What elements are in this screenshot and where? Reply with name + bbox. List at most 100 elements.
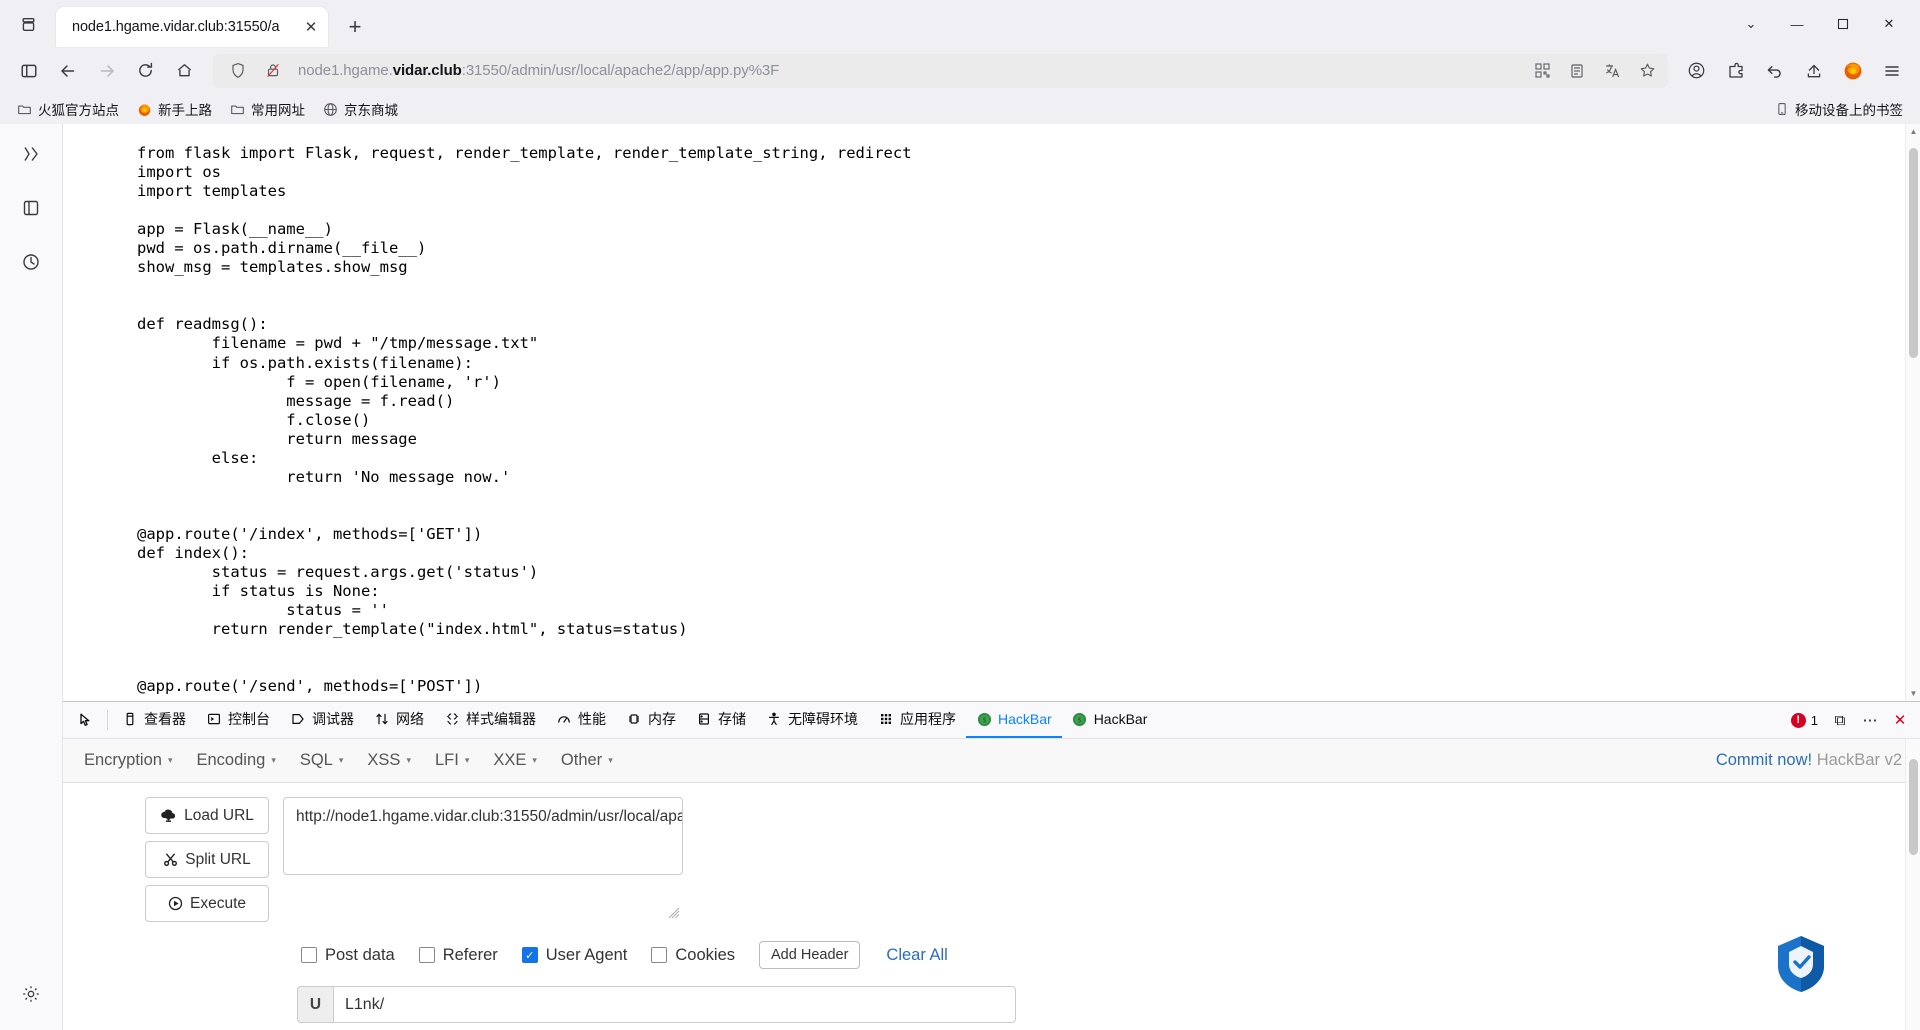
tab-label: HackBar bbox=[998, 711, 1052, 727]
shield-icon[interactable] bbox=[225, 58, 251, 84]
app-menu-icon[interactable] bbox=[1873, 52, 1910, 89]
sidebar-history-icon[interactable] bbox=[13, 244, 49, 280]
tab-debugger[interactable]: 调试器 bbox=[280, 702, 364, 738]
tab-inspector[interactable]: 查看器 bbox=[112, 702, 196, 738]
load-url-button[interactable]: Load URL bbox=[145, 797, 269, 834]
menu-sql[interactable]: SQL ▾ bbox=[289, 745, 355, 776]
checkbox-cookies[interactable]: Cookies bbox=[651, 946, 735, 965]
bookmark-item-mobile[interactable]: 移动设备上的书签 bbox=[1768, 95, 1910, 123]
minimize-button[interactable]: — bbox=[1774, 4, 1820, 44]
undo-icon[interactable] bbox=[1756, 52, 1793, 89]
translate-icon[interactable] bbox=[1599, 58, 1625, 84]
list-all-tabs-icon[interactable]: ⌄ bbox=[1728, 4, 1774, 44]
commit-now-link[interactable]: Commit now! bbox=[1716, 751, 1812, 769]
page-scrollbar-thumb[interactable] bbox=[1909, 148, 1918, 358]
devtools-options-button[interactable]: ⋯ bbox=[1856, 706, 1884, 734]
element-picker-icon[interactable] bbox=[69, 702, 103, 738]
bookmark-star-icon[interactable] bbox=[1634, 58, 1660, 84]
tab-application[interactable]: 应用程序 bbox=[868, 702, 966, 738]
browser-tab[interactable]: node1.hgame.vidar.club:31550/a ✕ bbox=[56, 7, 328, 47]
tab-style-editor[interactable]: 样式编辑器 bbox=[434, 702, 546, 738]
checkbox-box[interactable] bbox=[651, 947, 668, 963]
checkbox-box-checked[interactable]: ✓ bbox=[521, 947, 538, 963]
button-label: Split URL bbox=[185, 850, 251, 868]
tab-accessibility[interactable]: 无障碍环境 bbox=[756, 702, 868, 738]
tab-close-icon[interactable]: ✕ bbox=[300, 16, 322, 38]
menu-lfi[interactable]: LFI ▾ bbox=[424, 745, 480, 776]
tab-network[interactable]: 网络 bbox=[364, 702, 434, 738]
reload-icon[interactable] bbox=[127, 52, 164, 89]
firefox-view-button[interactable] bbox=[8, 4, 48, 44]
error-count-badge[interactable]: ! 1 bbox=[1785, 712, 1824, 728]
clear-all-link[interactable]: Clear All bbox=[886, 946, 947, 965]
tab-storage[interactable]: 存储 bbox=[686, 702, 756, 738]
hackbar-user-agent-row: U L1nk/ bbox=[63, 969, 1920, 1023]
share-icon[interactable] bbox=[1795, 52, 1832, 89]
bookmark-item[interactable]: 新手上路 bbox=[130, 95, 219, 123]
menu-label: Encoding bbox=[196, 751, 266, 769]
folder-icon bbox=[230, 102, 245, 117]
tab-console[interactable]: 控制台 bbox=[196, 702, 280, 738]
sidebar-settings-icon[interactable] bbox=[13, 976, 49, 1012]
tab-performance[interactable]: 性能 bbox=[546, 702, 616, 738]
split-console-button[interactable]: ⧉ bbox=[1826, 706, 1854, 734]
tab-hackbar-active[interactable]: $ HackBar bbox=[966, 702, 1062, 738]
tab-memory[interactable]: 内存 bbox=[616, 702, 686, 738]
scissors-icon bbox=[163, 852, 178, 867]
menu-xxe[interactable]: XXE ▾ bbox=[482, 745, 548, 776]
hackbar-url-textarea[interactable]: http://node1.hgame.vidar.club:31550/admi… bbox=[283, 797, 683, 875]
checkbox-post-data[interactable]: Post data bbox=[301, 946, 395, 965]
menu-xss[interactable]: XSS ▾ bbox=[356, 745, 422, 776]
url-text[interactable]: node1.hgame.vidar.club:31550/admin/usr/l… bbox=[298, 62, 1520, 79]
hackbar-scrollbar[interactable] bbox=[1905, 739, 1920, 1030]
qr-icon[interactable] bbox=[1529, 58, 1555, 84]
execute-button[interactable]: Execute bbox=[145, 885, 269, 922]
console-icon bbox=[206, 711, 222, 727]
new-tab-button[interactable]: + bbox=[338, 10, 372, 44]
tab-strip: node1.hgame.vidar.club:31550/a ✕ + ⌄ — ✕ bbox=[0, 0, 1920, 47]
chevron-down-icon: ▾ bbox=[338, 755, 344, 765]
checkbox-user-agent[interactable]: ✓ User Agent bbox=[521, 946, 627, 965]
extension-icon[interactable] bbox=[1717, 52, 1754, 89]
close-button[interactable]: ✕ bbox=[1866, 4, 1912, 44]
account-icon[interactable] bbox=[1678, 52, 1715, 89]
checkbox-box[interactable] bbox=[301, 947, 317, 963]
chevron-down-icon: ▾ bbox=[167, 755, 173, 765]
bookmark-item[interactable]: 京东商城 bbox=[316, 95, 405, 123]
checkbox-box[interactable] bbox=[418, 947, 435, 963]
error-count: 1 bbox=[1810, 712, 1818, 728]
user-agent-input[interactable]: L1nk/ bbox=[333, 986, 1016, 1023]
home-icon[interactable] bbox=[166, 52, 203, 89]
address-bar[interactable]: node1.hgame.vidar.club:31550/admin/usr/l… bbox=[213, 53, 1668, 88]
hackbar-scrollbar-thumb[interactable] bbox=[1909, 759, 1918, 855]
menu-label: Other bbox=[560, 751, 603, 769]
tab-label: 性能 bbox=[578, 711, 606, 727]
checkbox-label: Referer bbox=[442, 945, 498, 964]
devtools-close-button[interactable]: ✕ bbox=[1886, 706, 1914, 734]
hackbar-url-row: Load URL Split URL Execute http://node1.… bbox=[63, 797, 1920, 922]
page-scrollbar[interactable]: ▲ ▼ bbox=[1905, 124, 1920, 701]
lock-crossed-icon[interactable] bbox=[260, 58, 286, 84]
bookmark-item[interactable]: 常用网址 bbox=[223, 95, 312, 123]
menu-encoding[interactable]: Encoding ▾ bbox=[186, 745, 287, 776]
add-header-button[interactable]: Add Header bbox=[759, 941, 861, 969]
maximize-button[interactable] bbox=[1820, 4, 1866, 44]
sidebar-tools-icon[interactable] bbox=[13, 136, 49, 172]
scroll-up-arrow[interactable]: ▲ bbox=[1906, 124, 1920, 139]
resize-grip-icon[interactable] bbox=[669, 908, 681, 920]
reader-mode-icon[interactable] bbox=[1564, 58, 1590, 84]
forward-icon[interactable] bbox=[88, 52, 125, 89]
sidebar-bookmarks-icon[interactable] bbox=[13, 190, 49, 226]
tab-label: 查看器 bbox=[144, 711, 186, 727]
sidebar-toggle-icon[interactable] bbox=[10, 52, 47, 89]
tab-hackbar-secondary[interactable]: $ HackBar bbox=[1062, 702, 1158, 738]
back-icon[interactable] bbox=[49, 52, 86, 89]
bookmark-item[interactable]: 火狐官方站点 bbox=[10, 95, 126, 123]
checkbox-referer[interactable]: Referer bbox=[418, 945, 498, 965]
menu-other[interactable]: Other ▾ bbox=[550, 745, 624, 776]
tab-title: node1.hgame.vidar.club:31550/a bbox=[72, 19, 280, 35]
firefox-account-avatar[interactable] bbox=[1834, 52, 1871, 89]
split-url-button[interactable]: Split URL bbox=[145, 841, 269, 878]
scroll-down-arrow[interactable]: ▼ bbox=[1906, 686, 1920, 701]
menu-encryption[interactable]: Encryption ▾ bbox=[73, 745, 184, 776]
